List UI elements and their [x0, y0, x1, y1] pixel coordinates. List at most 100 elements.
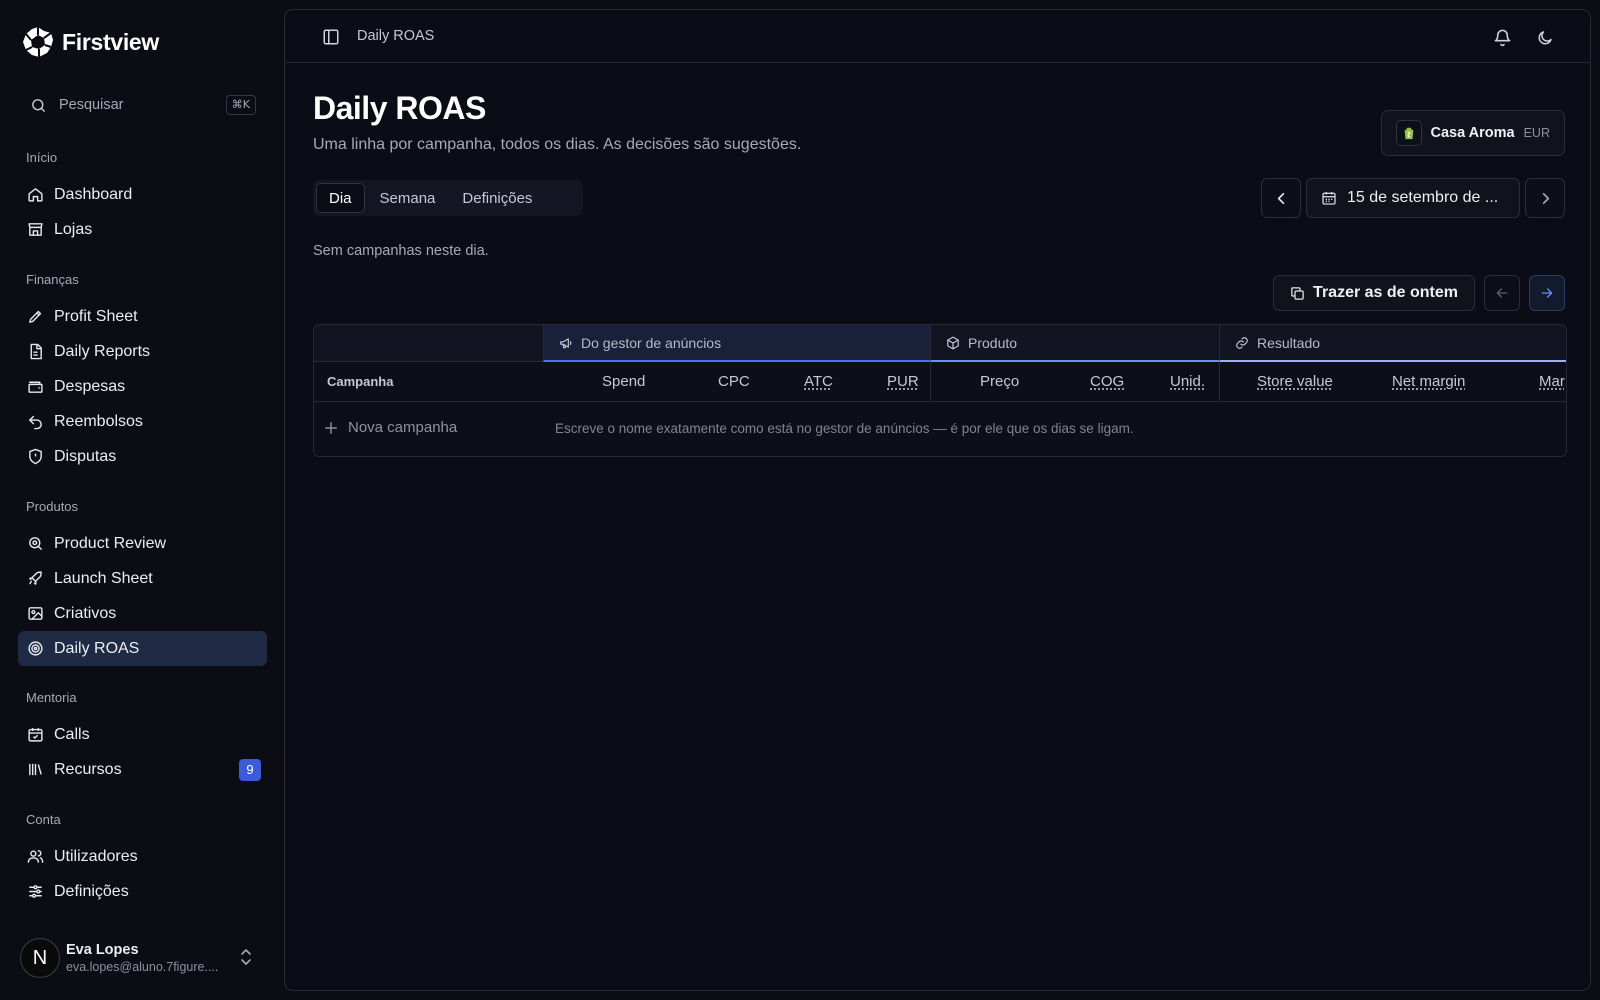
link-icon	[1236, 336, 1248, 349]
user-menu[interactable]: N Eva Lopes eva.lopes@aluno.7figure....	[20, 937, 266, 979]
chevron-left-icon	[1277, 192, 1284, 204]
shopify-icon	[1395, 120, 1422, 146]
avatar: N	[20, 938, 60, 978]
tab-semana[interactable]: Semana	[368, 183, 448, 213]
sidebar-item-label: Reembolsos	[54, 412, 143, 430]
sidebar-item-criativos[interactable]: Criativos	[18, 596, 267, 631]
sidebar-item-disputas[interactable]: Disputas	[18, 439, 267, 474]
arrow-left-icon	[1496, 288, 1508, 298]
recursos-count-badge: 9	[239, 759, 261, 781]
column-pur[interactable]: PUR	[887, 373, 919, 390]
calendar-icon	[28, 728, 43, 742]
sidebar-item-calls[interactable]: Calls	[18, 717, 267, 752]
home-icon	[28, 188, 43, 202]
undo-icon	[29, 415, 42, 430]
target-icon	[28, 641, 43, 656]
group-header-product: Produto	[930, 325, 1219, 362]
column-divider	[1219, 362, 1220, 402]
page-title: Daily ROAS	[313, 90, 486, 126]
sidebar-item-label: Calls	[54, 725, 90, 743]
sidebar-item-product-review[interactable]: Product Review	[18, 526, 267, 561]
page-subtitle: Uma linha por campanha, todos os dias. A…	[313, 136, 802, 153]
bring-yesterday-button[interactable]: Trazer as de ontem	[1273, 275, 1475, 311]
group-label: Do gestor de anúncios	[581, 334, 722, 351]
moon-icon[interactable]	[1536, 29, 1554, 47]
store-currency: EUR	[1523, 126, 1550, 140]
wallet-icon	[28, 381, 43, 393]
new-campaign-button[interactable]: Nova campanha	[324, 419, 457, 436]
scroll-left-button[interactable]	[1484, 275, 1520, 311]
sidebar-item-label: Profit Sheet	[54, 307, 138, 325]
sidebar-item-lojas[interactable]: Lojas	[18, 212, 267, 247]
sidebar-item-profit-sheet[interactable]: Profit Sheet	[18, 299, 267, 334]
column-divider	[930, 362, 931, 402]
brand-name: Firstview	[62, 28, 160, 55]
sidebar-item-dashboard[interactable]: Dashboard	[18, 177, 267, 212]
sidebar-item-label: Launch Sheet	[54, 569, 153, 587]
new-campaign-hint: Escreve o nome exatamente como está no g…	[555, 421, 1134, 436]
bell-icon[interactable]	[1493, 28, 1512, 47]
sidebar-item-daily-reports[interactable]: Daily Reports	[18, 334, 267, 369]
column-net-margin[interactable]: Net margin	[1392, 373, 1465, 390]
column-store-value[interactable]: Store value	[1257, 373, 1333, 390]
column-unid[interactable]: Unid.	[1170, 373, 1205, 390]
section-title-produtos: Produtos	[26, 499, 79, 514]
sidebar-item-label: Daily Reports	[54, 342, 151, 360]
image-icon	[28, 607, 43, 620]
view-tabs: Dia Semana Definições	[313, 180, 583, 216]
scroll-right-button[interactable]	[1529, 275, 1565, 311]
calendar-icon	[1322, 192, 1336, 205]
column-cpc[interactable]: CPC	[718, 373, 750, 390]
topbar: Daily ROAS	[285, 10, 1590, 63]
sidebar-item-label: Criativos	[54, 604, 117, 622]
sidebar-item-label: Lojas	[54, 220, 93, 238]
sidebar-item-launch-sheet[interactable]: Launch Sheet	[18, 561, 267, 596]
sidebar-item-label: Utilizadores	[54, 847, 138, 865]
column-atc[interactable]: ATC	[804, 373, 833, 390]
previous-day-button[interactable]	[1261, 178, 1301, 218]
date-navigator: 15 de setembro de ...	[1261, 178, 1565, 218]
section-title-financas: Finanças	[26, 272, 79, 287]
section-title-inicio: Início	[26, 150, 58, 165]
sidebar-item-daily-roas[interactable]: Daily ROAS	[18, 631, 267, 666]
sidebar-item-despesas[interactable]: Despesas	[18, 369, 267, 404]
arrow-right-icon	[1541, 288, 1553, 298]
chevron-right-icon	[1542, 192, 1549, 204]
plus-icon	[325, 421, 337, 434]
sidebar-item-label: Recursos	[54, 760, 122, 778]
column-preco[interactable]: Preço	[980, 373, 1019, 390]
tab-dia[interactable]: Dia	[316, 183, 365, 213]
sidebar-item-utilizadores[interactable]: Utilizadores	[18, 839, 267, 874]
campaign-table: Do gestor de anúncios Produto Resultado …	[313, 324, 1567, 457]
empty-state-message: Sem campanhas neste dia.	[313, 243, 489, 259]
box-icon	[947, 336, 959, 349]
column-cog[interactable]: COG	[1090, 373, 1124, 390]
users-icon	[27, 850, 44, 863]
rocket-icon	[29, 571, 42, 585]
column-margin-truncated[interactable]: Mar	[1539, 373, 1565, 390]
sidebar-item-label: Daily ROAS	[54, 639, 140, 657]
sliders-icon	[29, 885, 42, 898]
date-picker-button[interactable]: 15 de setembro de ...	[1306, 178, 1520, 218]
tab-definicoes[interactable]: Definições	[450, 183, 544, 213]
sidebar-item-reembolsos[interactable]: Reembolsos	[18, 404, 267, 439]
pencil-icon	[29, 310, 42, 323]
section-title-mentoria: Mentoria	[26, 690, 77, 705]
sidebar-item-label: Despesas	[54, 377, 126, 395]
search-label: Pesquisar	[59, 97, 124, 113]
column-spend[interactable]: Spend	[602, 373, 645, 390]
table-actions: Trazer as de ontem	[1273, 275, 1565, 311]
sidebar-item-definicoes[interactable]: Definições	[18, 874, 267, 909]
store-name: Casa Aroma	[1430, 125, 1515, 141]
firstview-logo-icon	[23, 27, 53, 57]
brand[interactable]: Firstview	[22, 26, 159, 58]
sidebar-item-recursos[interactable]: Recursos 9	[18, 752, 267, 787]
copy-icon	[1291, 286, 1304, 300]
bring-yesterday-label: Trazer as de ontem	[1313, 284, 1458, 301]
search-icon	[32, 98, 45, 112]
store-selector[interactable]: Casa Aroma EUR	[1380, 110, 1565, 156]
next-day-button[interactable]	[1525, 178, 1565, 218]
search-button[interactable]: Pesquisar ⌘K	[18, 88, 262, 122]
column-group-row: Do gestor de anúncios Produto Resultado	[314, 325, 1566, 362]
sidebar-toggle-icon[interactable]	[322, 28, 340, 46]
